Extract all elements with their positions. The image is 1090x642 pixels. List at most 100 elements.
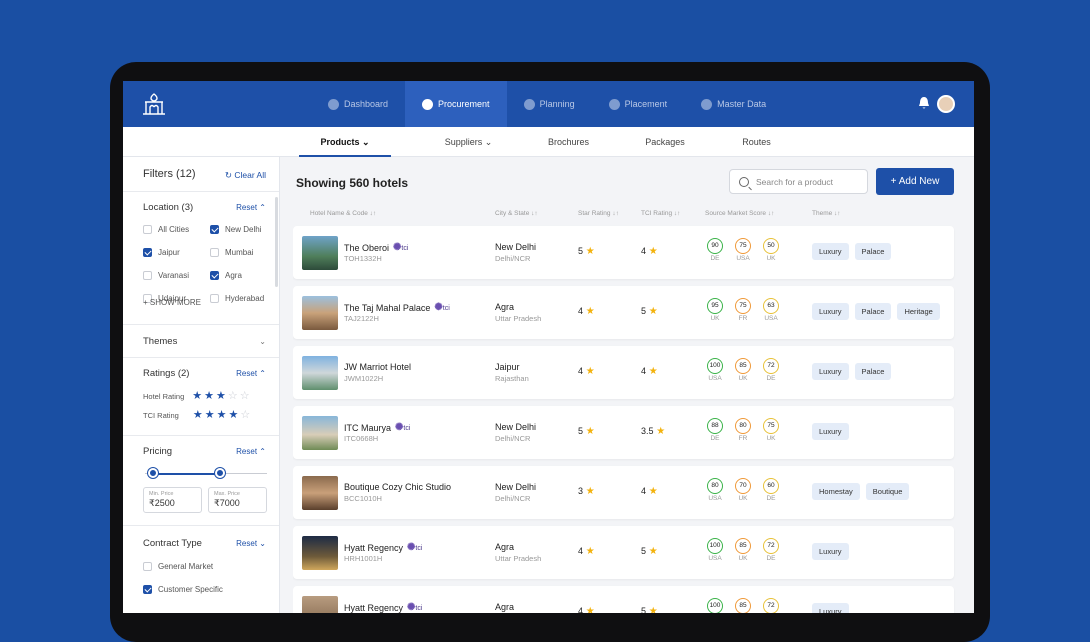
nav-planning[interactable]: Planning: [507, 81, 592, 127]
hotel-card[interactable]: JW Marriot Hotel JWM1022H Jaipur Rajasthan 4…: [293, 346, 954, 399]
score-ring: 72: [763, 538, 779, 554]
checkbox-box[interactable]: [210, 294, 219, 303]
contract-reset-button[interactable]: Reset ⌄: [236, 539, 266, 548]
hotel-name[interactable]: Hyatt Regency ✺tci: [344, 602, 422, 613]
column-header[interactable]: TCI Rating ↓↑: [641, 210, 680, 217]
contract-checkbox[interactable]: Customer Specific: [143, 585, 223, 594]
star-icon[interactable]: ★: [192, 391, 202, 402]
market-score: 72 DE: [762, 538, 780, 562]
subtab-suppliers[interactable]: Suppliers ⌄: [426, 127, 511, 157]
themes-section[interactable]: Themes ⌄: [123, 325, 279, 358]
star-icon[interactable]: ☆: [240, 410, 250, 421]
nav-master-data[interactable]: Master Data: [684, 81, 783, 127]
subtab-products[interactable]: Products ⌄: [299, 127, 391, 157]
ratings-reset-button[interactable]: Reset ⌃: [236, 369, 266, 378]
theme-tag[interactable]: Heritage: [897, 303, 940, 320]
location-checkbox[interactable]: Agra: [210, 271, 242, 280]
hotel-card[interactable]: Hyatt Regency ✺tci HRH1001H Agra Uttar Prade…: [293, 526, 954, 579]
location-checkbox[interactable]: Hyderabad: [210, 294, 264, 303]
location-checkbox[interactable]: New Delhi: [210, 225, 261, 234]
nav-label: Dashboard: [344, 99, 389, 109]
user-avatar[interactable]: [937, 95, 955, 113]
checkbox-box[interactable]: [143, 585, 152, 594]
score-country: UK: [766, 255, 776, 262]
star-icon[interactable]: ★: [204, 391, 214, 402]
app-logo-icon[interactable]: [141, 93, 167, 115]
theme-tag[interactable]: Palace: [854, 243, 892, 260]
checkbox-box[interactable]: [143, 248, 152, 257]
theme-tag[interactable]: Luxury: [812, 303, 849, 320]
checkbox-box[interactable]: [210, 225, 219, 234]
hotel-card[interactable]: The Taj Mahal Palace ✺tci TAJ2122H Agra Utta…: [293, 286, 954, 339]
hotel-name[interactable]: JW Marriot Hotel: [344, 362, 411, 372]
contract-checkbox[interactable]: General Market: [143, 562, 213, 571]
column-header[interactable]: Star Rating ↓↑: [578, 210, 619, 217]
max-price-field[interactable]: Max. Price ₹7000: [208, 487, 267, 513]
nav-dashboard[interactable]: Dashboard: [311, 81, 405, 127]
theme-tag[interactable]: Palace: [854, 363, 892, 380]
location-checkbox[interactable]: Mumbai: [210, 248, 253, 257]
hotel-name[interactable]: ITC Maurya ✺tci: [344, 422, 410, 433]
star-icon[interactable]: ★: [217, 410, 227, 421]
column-header[interactable]: Source Market Score ↓↑: [705, 210, 774, 217]
score-ring: 50: [763, 238, 779, 254]
hotel-state: Delhi/NCR: [495, 494, 531, 503]
hotel-rating-stars[interactable]: ★ ★ ★ ☆ ☆: [192, 391, 251, 402]
theme-tag[interactable]: Luxury: [812, 423, 849, 440]
hotel-name[interactable]: The Taj Mahal Palace ✺tci: [344, 302, 450, 313]
subtab-packages[interactable]: Packages: [629, 127, 701, 157]
column-header[interactable]: Theme ↓↑: [812, 210, 841, 217]
hotel-card[interactable]: ITC Maurya ✺tci ITC0668H New Delhi Delhi/NCR…: [293, 406, 954, 459]
checkbox-box[interactable]: [143, 271, 152, 280]
checkbox-box[interactable]: [210, 248, 219, 257]
max-price-handle[interactable]: [215, 468, 225, 478]
checkbox-box[interactable]: [143, 562, 152, 571]
hotel-card[interactable]: The Oberoi ✺tci TOH1332H New Delhi Delhi/NCR…: [293, 226, 954, 279]
min-price-handle[interactable]: [148, 468, 158, 478]
star-icon[interactable]: ☆: [240, 391, 250, 402]
theme-tag[interactable]: Luxury: [812, 543, 849, 560]
column-header[interactable]: Hotel Name & Code ↓↑: [310, 210, 376, 217]
hotel-name-text: The Oberoi: [344, 242, 390, 253]
checkbox-box[interactable]: [143, 225, 152, 234]
clear-all-button[interactable]: ↻ Clear All: [225, 170, 266, 181]
nav-placement[interactable]: Placement: [592, 81, 685, 127]
nav-procurement[interactable]: Procurement: [405, 81, 507, 127]
pricing-reset-button[interactable]: Reset ⌃: [236, 447, 266, 456]
star-icon[interactable]: ★: [216, 391, 226, 402]
bell-icon[interactable]: [918, 96, 930, 110]
hotel-card[interactable]: Boutique Cozy Chic Studio BCC1010H New Del…: [293, 466, 954, 519]
min-price-field[interactable]: Min. Price ₹2500: [143, 487, 202, 513]
theme-tag[interactable]: Homestay: [812, 483, 860, 500]
location-checkbox[interactable]: Jaipur: [143, 248, 180, 257]
hotel-name[interactable]: The Oberoi ✺tci: [344, 242, 408, 253]
location-section: Location (3) Reset ⌃ All Cities New Delhi…: [123, 192, 279, 325]
theme-tag[interactable]: Luxury: [812, 603, 849, 613]
tci-rating-stars[interactable]: ★ ★ ★ ★ ☆: [193, 410, 252, 421]
theme-tag[interactable]: Palace: [854, 303, 892, 320]
search-input[interactable]: Search for a product: [729, 169, 868, 194]
star-icon[interactable]: ★: [228, 410, 238, 421]
theme-tags: Luxury Palace: [812, 243, 897, 260]
subtab-brochures[interactable]: Brochures: [531, 127, 606, 157]
theme-tag[interactable]: Boutique: [865, 483, 910, 500]
hotel-card[interactable]: Hyatt Regency ✺tci Agra 4 ★ 5 ★ 100 85 72 Luxury: [293, 586, 954, 613]
subtab-routes[interactable]: Routes: [728, 127, 785, 157]
market-score: 50 UK: [762, 238, 780, 262]
star-icon[interactable]: ★: [205, 410, 215, 421]
theme-tag[interactable]: Luxury: [812, 243, 849, 260]
hotel-name[interactable]: Hyatt Regency ✺tci: [344, 542, 422, 553]
hotel-name[interactable]: Boutique Cozy Chic Studio: [344, 482, 451, 492]
add-new-button[interactable]: + Add New: [876, 168, 954, 195]
show-more-button[interactable]: + SHOW MORE: [143, 298, 201, 307]
star-icon[interactable]: ☆: [228, 391, 238, 402]
checkbox-box[interactable]: [210, 271, 219, 280]
column-header[interactable]: City & State ↓↑: [495, 210, 538, 217]
location-reset-button[interactable]: Reset ⌃: [236, 203, 266, 212]
theme-tag[interactable]: Luxury: [812, 363, 849, 380]
star-icon: ★: [646, 366, 658, 377]
checkbox-label: General Market: [158, 562, 214, 571]
star-icon[interactable]: ★: [193, 410, 203, 421]
location-checkbox[interactable]: All Cities: [143, 225, 189, 234]
location-checkbox[interactable]: Varanasi: [143, 271, 189, 280]
